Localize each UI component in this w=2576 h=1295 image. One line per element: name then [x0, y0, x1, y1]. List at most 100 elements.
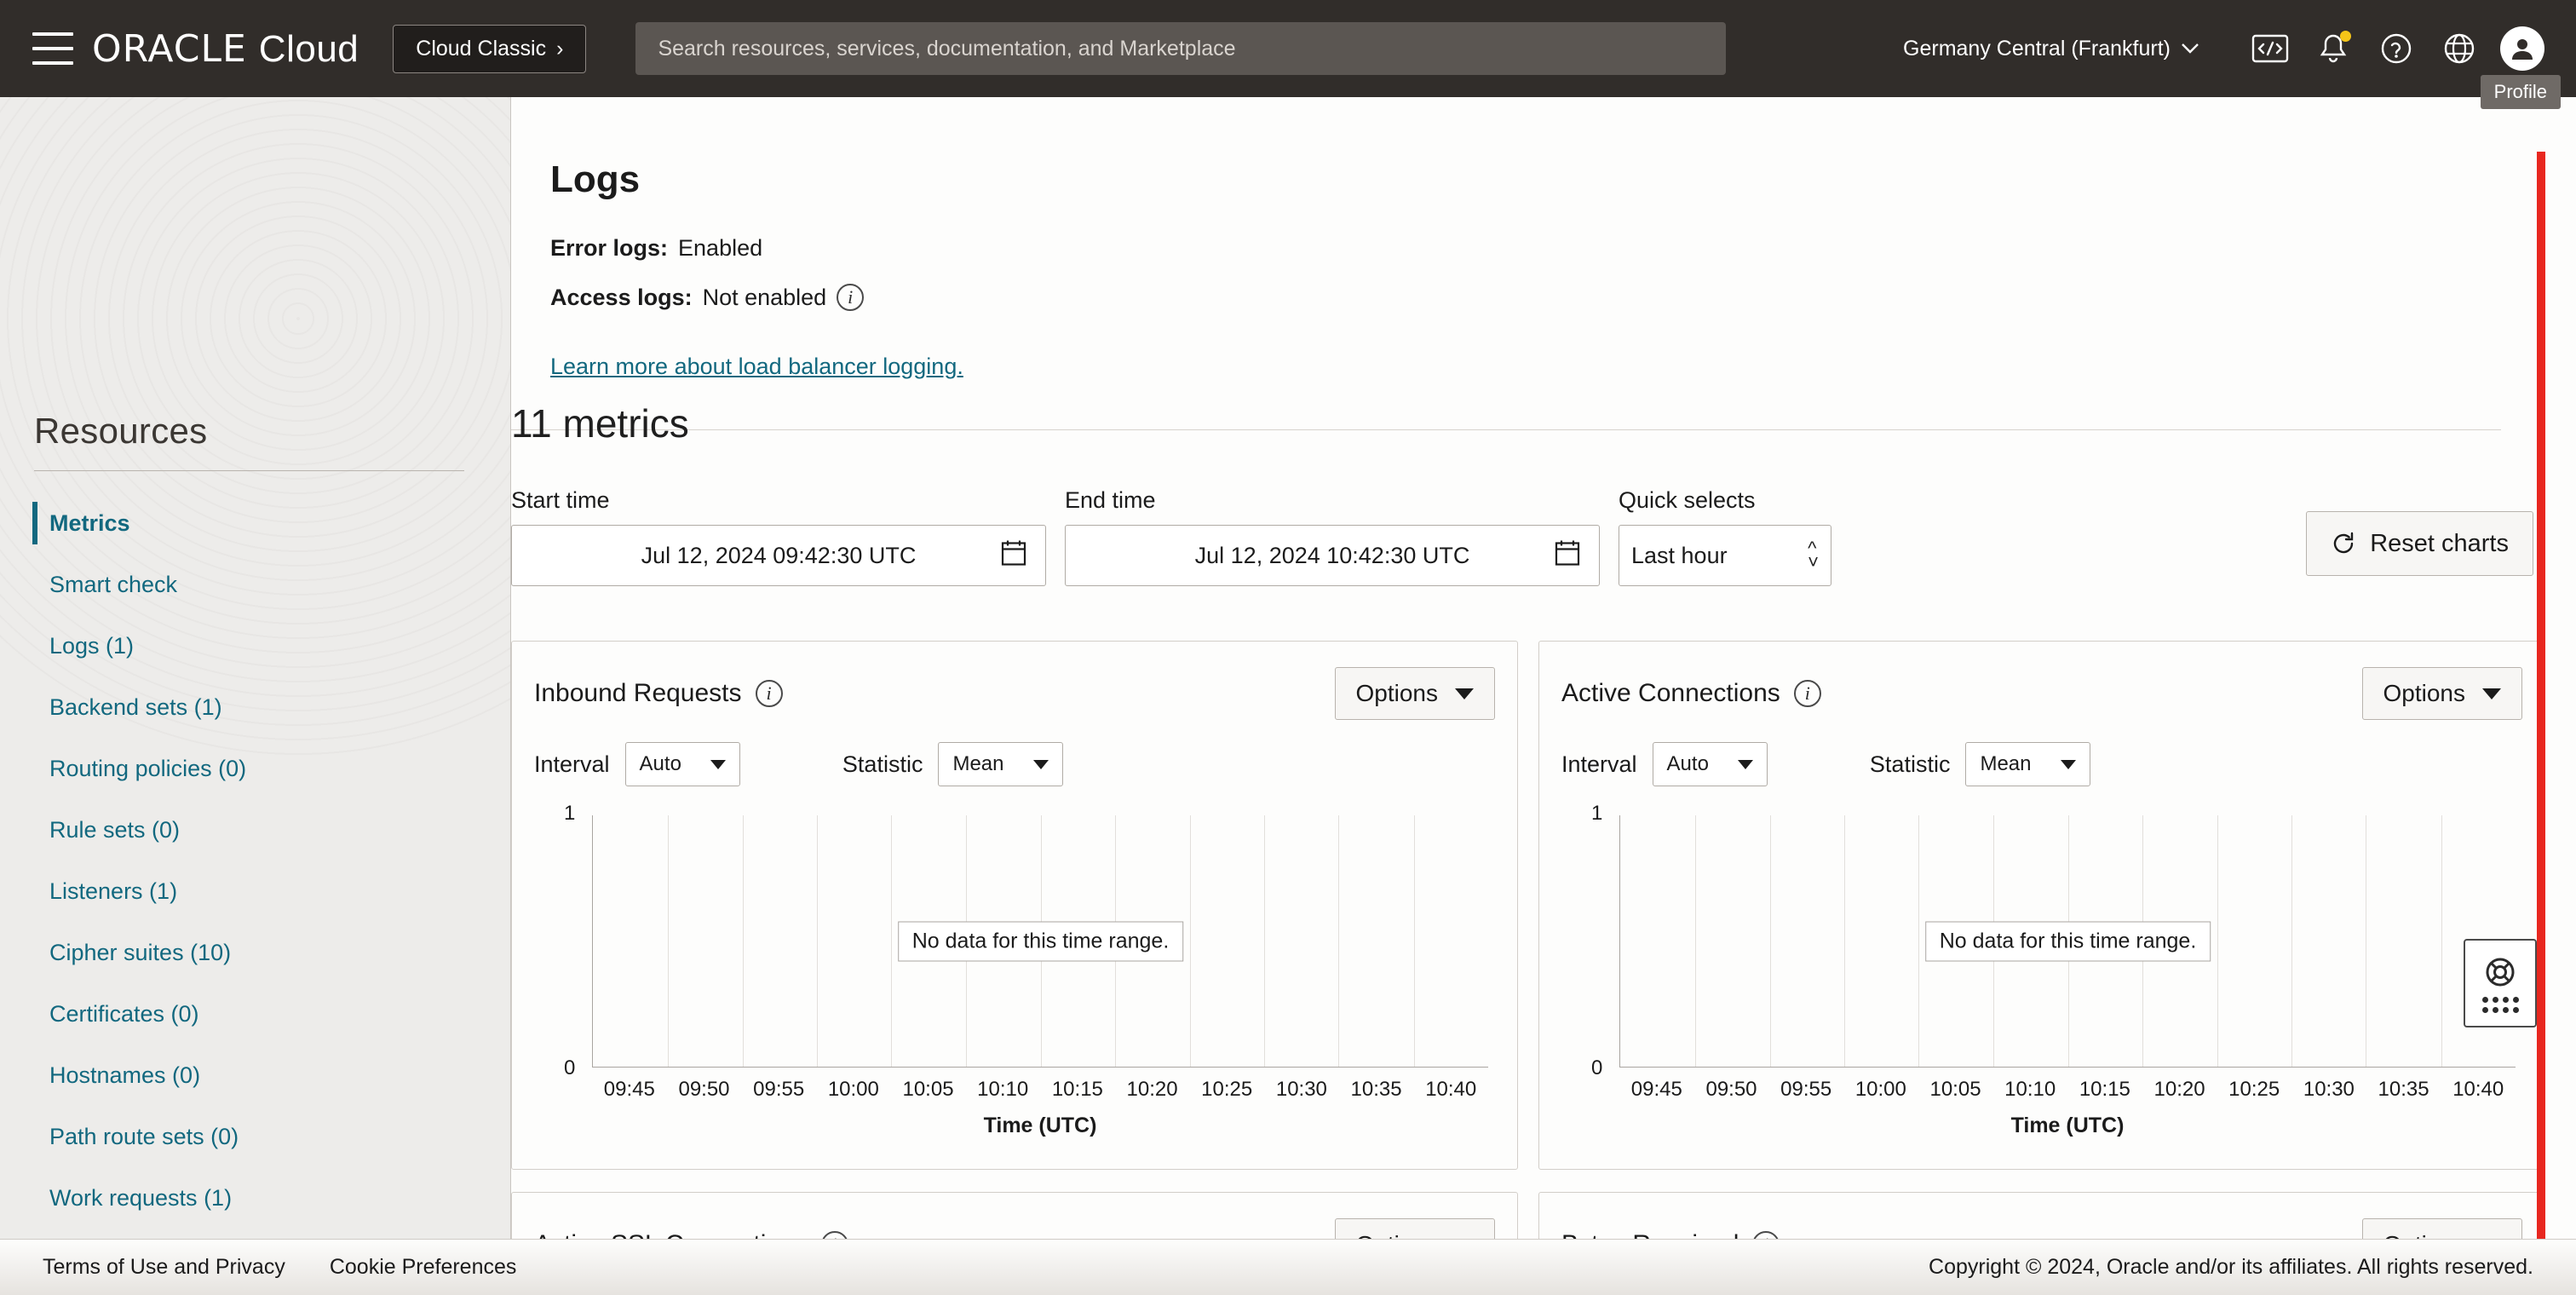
help-question-icon[interactable] — [2365, 17, 2428, 80]
statistic-group: Statistic Mean — [1870, 742, 2090, 786]
metrics-chart-grid: Inbound Requests i Options Interval Auto — [511, 641, 2576, 1295]
sidebar-items: Metrics Smart check Logs (1) Backend set… — [0, 492, 511, 1229]
cloud-classic-label: Cloud Classic — [416, 37, 546, 61]
x-tick: 10:25 — [1189, 1078, 1264, 1102]
oracle-cloud-logo[interactable]: ORACLE Cloud — [92, 27, 359, 71]
chart-options-button[interactable]: Options — [2362, 667, 2523, 720]
statistic-label: Statistic — [1870, 751, 1951, 778]
chevron-down-icon — [2482, 688, 2501, 699]
sidebar-item-metrics[interactable]: Metrics — [0, 492, 511, 554]
y-tick-max: 1 — [564, 802, 575, 826]
calendar-icon[interactable] — [1001, 539, 1026, 573]
y-tick-min: 0 — [1591, 1056, 1602, 1080]
sidebar-item-label: Rule sets (0) — [49, 817, 180, 843]
sidebar-item-label: Path route sets (0) — [49, 1124, 239, 1150]
no-data-message: No data for this time range. — [1925, 921, 2211, 961]
region-selector[interactable]: Germany Central (Frankfurt) — [1903, 37, 2199, 61]
interval-select[interactable]: Auto — [1653, 742, 1768, 786]
sidebar-item-backend-sets[interactable]: Backend sets (1) — [0, 676, 511, 738]
statistic-value: Mean — [1980, 752, 2031, 776]
sidebar-item-hostnames[interactable]: Hostnames (0) — [0, 1045, 511, 1106]
chart-options-label: Options — [2383, 680, 2466, 707]
x-tick: 10:20 — [2142, 1078, 2217, 1102]
sidebar-item-label: Smart check — [49, 572, 177, 598]
support-widget-button[interactable] — [2464, 939, 2537, 1027]
chevron-down-icon — [1033, 760, 1049, 769]
hamburger-icon[interactable] — [32, 32, 73, 65]
end-time-input[interactable]: Jul 12, 2024 10:42:30 UTC — [1065, 525, 1600, 586]
statistic-label: Statistic — [842, 751, 923, 778]
cloud-classic-button[interactable]: Cloud Classic › — [393, 25, 586, 73]
logs-panel: Logs Error logs: Enabled Access logs: No… — [511, 97, 2501, 430]
code-editor-icon[interactable] — [2239, 17, 2302, 80]
start-time-input[interactable]: Jul 12, 2024 09:42:30 UTC — [511, 525, 1046, 586]
global-header: ORACLE Cloud Cloud Classic › Germany Cen… — [0, 0, 2576, 97]
statistic-select[interactable]: Mean — [1965, 742, 2090, 786]
x-tick: 10:15 — [2067, 1078, 2142, 1102]
x-tick: 10:25 — [2217, 1078, 2291, 1102]
chart-title: Active Connections i — [1561, 679, 1821, 708]
x-tick: 10:00 — [1843, 1078, 1918, 1102]
search-input[interactable] — [635, 22, 1726, 75]
time-range-controls: Start time Jul 12, 2024 09:42:30 UTC End… — [511, 487, 1831, 586]
calendar-icon[interactable] — [1555, 539, 1580, 573]
chart-title: Inbound Requests i — [534, 679, 783, 708]
logs-heading: Logs — [550, 158, 2501, 201]
chart-card-header: Active Connections i Options — [1539, 642, 2544, 720]
error-logs-value: Enabled — [678, 235, 762, 262]
load-balancer-logging-link[interactable]: Learn more about load balancer logging. — [550, 354, 963, 380]
quick-selects-field: Quick selects Last hour ^˅ — [1619, 487, 1831, 586]
access-logs-row: Access logs: Not enabled i — [550, 284, 2501, 311]
x-axis-ticks: 09:45 09:50 09:55 10:00 10:05 10:10 10:1… — [592, 1078, 1488, 1102]
brand-cloud-text: Cloud — [259, 28, 359, 71]
global-search — [635, 22, 1726, 75]
cookie-preferences-link[interactable]: Cookie Preferences — [330, 1255, 517, 1280]
x-tick: 10:05 — [1918, 1078, 1993, 1102]
terms-link[interactable]: Terms of Use and Privacy — [43, 1255, 285, 1280]
x-tick: 10:40 — [2441, 1078, 2516, 1102]
plot-canvas[interactable]: 1 0 No data for this time range. — [1619, 815, 2516, 1068]
x-axis-title: Time (UTC) — [1619, 1114, 2516, 1138]
header-actions: Germany Central (Frankfurt) — [1903, 17, 2554, 80]
lifesaver-icon — [2482, 954, 2518, 990]
start-time-field: Start time Jul 12, 2024 09:42:30 UTC — [511, 487, 1046, 586]
chart-controls: Interval Auto Statistic Mean — [1539, 720, 2544, 786]
x-tick: 09:50 — [1694, 1078, 1769, 1102]
quick-selects-select[interactable]: Last hour ^˅ — [1619, 525, 1831, 586]
y-tick-min: 0 — [564, 1056, 575, 1080]
sidebar-item-path-route-sets[interactable]: Path route sets (0) — [0, 1106, 511, 1167]
notifications-bell-icon[interactable] — [2302, 17, 2365, 80]
sidebar-item-certificates[interactable]: Certificates (0) — [0, 983, 511, 1045]
stepper-icon[interactable]: ^˅ — [1808, 542, 1819, 569]
access-logs-label: Access logs: — [550, 285, 693, 311]
sidebar-item-work-requests[interactable]: Work requests (1) — [0, 1167, 511, 1229]
interval-select[interactable]: Auto — [625, 742, 740, 786]
copyright-text: Copyright © 2024, Oracle and/or its affi… — [1929, 1255, 2533, 1280]
chart-card-inbound-requests: Inbound Requests i Options Interval Auto — [511, 641, 1518, 1170]
interval-label: Interval — [1561, 751, 1637, 778]
error-logs-row: Error logs: Enabled — [550, 235, 2501, 262]
plot-canvas[interactable]: 1 0 No data for this time range. — [592, 815, 1488, 1068]
sidebar-item-cipher-suites[interactable]: Cipher suites (10) — [0, 922, 511, 983]
sidebar-item-listeners[interactable]: Listeners (1) — [0, 860, 511, 922]
chart-options-button[interactable]: Options — [1335, 667, 1496, 720]
start-time-value: Jul 12, 2024 09:42:30 UTC — [641, 543, 917, 569]
reset-charts-button[interactable]: Reset charts — [2306, 511, 2533, 576]
sidebar-item-logs[interactable]: Logs (1) — [0, 615, 511, 676]
sidebar-item-rule-sets[interactable]: Rule sets (0) — [0, 799, 511, 860]
sidebar-item-routing-policies[interactable]: Routing policies (0) — [0, 738, 511, 799]
x-axis-title: Time (UTC) — [592, 1114, 1488, 1138]
sidebar-item-label: Listeners (1) — [49, 878, 177, 905]
profile-avatar-icon[interactable] — [2491, 17, 2554, 80]
info-icon[interactable]: i — [837, 284, 864, 311]
info-icon[interactable]: i — [1794, 680, 1821, 707]
language-globe-icon[interactable] — [2428, 17, 2491, 80]
sidebar-item-smart-check[interactable]: Smart check — [0, 554, 511, 615]
sidebar-item-label: Cipher suites (10) — [49, 940, 231, 966]
resources-sidebar: Resources Metrics Smart check Logs (1) B… — [0, 97, 511, 1295]
info-icon[interactable]: i — [756, 680, 783, 707]
x-tick: 10:10 — [1992, 1078, 2067, 1102]
profile-tooltip: Profile — [2481, 75, 2561, 109]
sidebar-item-label: Logs (1) — [49, 633, 134, 659]
statistic-select[interactable]: Mean — [938, 742, 1062, 786]
